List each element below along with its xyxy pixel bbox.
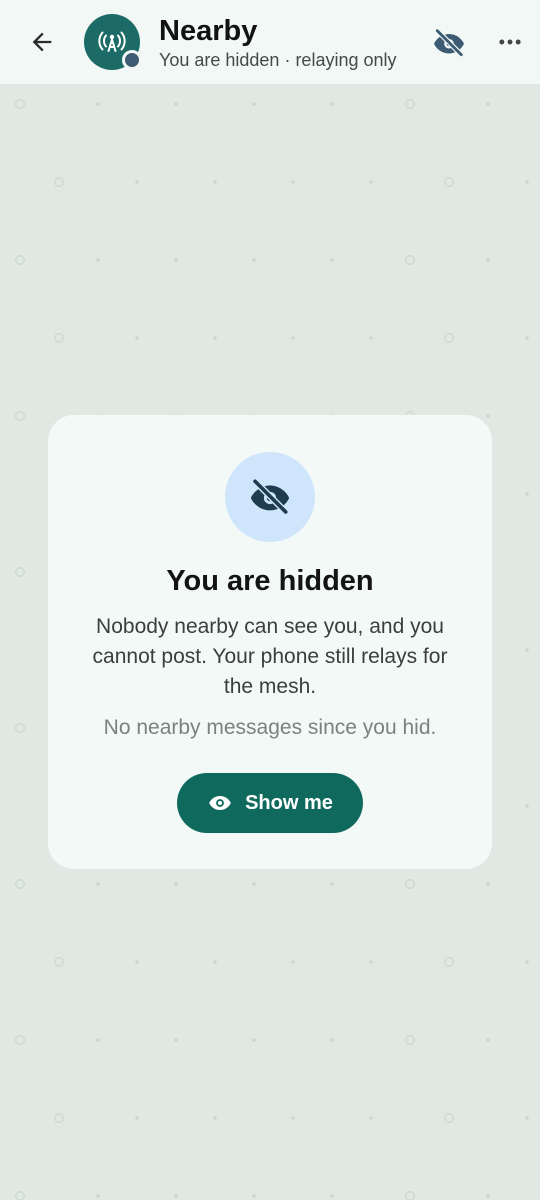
hidden-icon-circle <box>225 452 315 542</box>
card-note: No nearby messages since you hid. <box>103 716 437 739</box>
card-description: Nobody nearby can see you, and you canno… <box>92 615 448 698</box>
status-badge <box>122 50 142 70</box>
card-title: You are hidden <box>166 565 374 597</box>
hidden-status-card: You are hidden Nobody nearby can see you… <box>48 415 492 869</box>
show-me-label: Show me <box>245 791 333 814</box>
visibility-toggle-button[interactable] <box>428 22 470 64</box>
eye-icon <box>209 795 231 811</box>
eye-off-icon <box>250 478 290 516</box>
eye-off-icon <box>434 28 464 58</box>
more-horizontal-icon <box>499 39 521 45</box>
page-title: Nearby <box>159 15 258 47</box>
back-button[interactable] <box>22 22 62 62</box>
avatar[interactable] <box>84 14 142 70</box>
page-subtitle: You are hidden · relaying only <box>159 50 397 70</box>
app-bar: Nearby You are hidden · relaying only <box>0 0 540 84</box>
arrow-left-icon <box>32 32 52 52</box>
show-me-button[interactable]: Show me <box>177 773 363 833</box>
broadcast-antenna-icon <box>98 31 126 52</box>
more-options-button[interactable] <box>490 22 530 62</box>
